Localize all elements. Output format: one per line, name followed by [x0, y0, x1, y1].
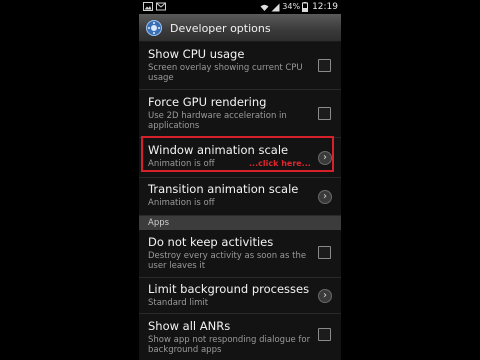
page-title: Developer options [170, 22, 271, 35]
list-item-transition-animation-scale[interactable]: Transition animation scale Animation is … [139, 178, 341, 216]
list-item-show-cpu-usage[interactable]: Show CPU usage Screen overlay showing cu… [139, 42, 341, 90]
clock: 12:19 [312, 2, 338, 12]
item-subtitle: Screen overlay showing current CPU usage [148, 63, 303, 83]
list-item-force-gpu-rendering[interactable]: Force GPU rendering Use 2D hardware acce… [139, 90, 341, 138]
list-item-limit-background-processes[interactable]: Limit background processes Standard limi… [139, 278, 341, 314]
signal-icon [271, 3, 280, 11]
click-here-annotation: ...click here... [249, 159, 311, 168]
wifi-icon [260, 4, 269, 11]
show-cpu-usage-checkbox[interactable] [318, 59, 331, 72]
image-notification-icon [143, 2, 153, 11]
phone-screen: 34% 12:19 Developer options Show CPU usa… [139, 0, 341, 360]
item-title: Do not keep activities [148, 235, 274, 249]
item-title: Show CPU usage [148, 47, 245, 61]
chevron-right-icon[interactable]: › [318, 151, 332, 165]
settings-list: Show CPU usage Screen overlay showing cu… [139, 42, 341, 360]
settings-gear-icon[interactable] [145, 19, 163, 37]
list-item-window-animation-scale[interactable]: Window animation scale Animation is off … [139, 138, 341, 178]
title-bar: Developer options [139, 14, 341, 42]
item-subtitle: Standard limit [148, 298, 209, 308]
list-item-do-not-keep-activities[interactable]: Do not keep activities Destroy every act… [139, 230, 341, 278]
section-header-apps: Apps [139, 216, 341, 230]
chevron-right-icon[interactable]: › [318, 190, 332, 204]
item-title: Limit background processes [148, 282, 310, 296]
list-item-show-all-anrs[interactable]: Show all ANRs Show app not responding di… [139, 314, 341, 360]
section-label: Apps [148, 218, 170, 228]
item-title: Window animation scale [148, 143, 289, 157]
item-title: Transition animation scale [148, 182, 299, 196]
show-all-anrs-checkbox[interactable] [318, 328, 331, 341]
force-gpu-rendering-checkbox[interactable] [318, 107, 331, 120]
battery-percent: 34% [282, 2, 301, 11]
item-subtitle: Show app not responding dialogue for bac… [148, 335, 311, 355]
item-subtitle: Destroy every activity as soon as the us… [148, 251, 307, 271]
battery-icon [302, 2, 309, 12]
item-title: Force GPU rendering [148, 95, 267, 109]
do-not-keep-activities-checkbox[interactable] [318, 246, 331, 259]
mail-notification-icon [156, 2, 166, 11]
status-bar: 34% 12:19 [139, 0, 341, 14]
item-subtitle: Use 2D hardware acceleration in applicat… [148, 111, 287, 131]
item-title: Show all ANRs [148, 319, 231, 333]
item-subtitle: Animation is off [148, 198, 215, 208]
chevron-right-icon[interactable]: › [318, 289, 332, 303]
